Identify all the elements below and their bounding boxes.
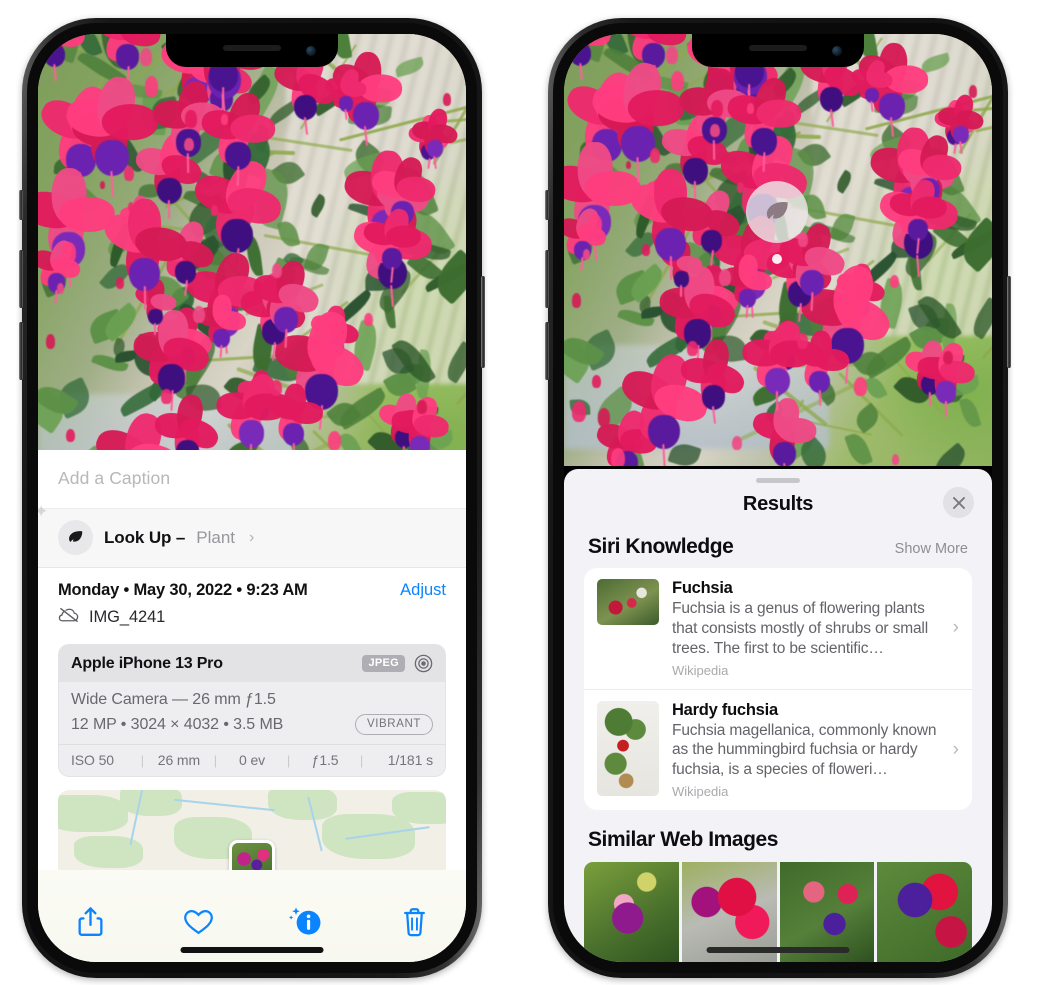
siri-knowledge-title: Siri Knowledge bbox=[588, 535, 734, 559]
visual-lookup-badge[interactable] bbox=[746, 181, 808, 264]
knowledge-result-row[interactable]: Fuchsia Fuchsia is a genus of flowering p… bbox=[584, 568, 972, 688]
favorite-button[interactable] bbox=[176, 908, 220, 941]
photo-metadata: Monday • May 30, 2022 • 9:23 AM Adjust I… bbox=[38, 568, 466, 639]
sparkle-icon-large: ✦ bbox=[38, 502, 49, 521]
right-screen: Results Siri Knowledge Show More Fuchsia… bbox=[564, 34, 992, 962]
exif-cell: ISO 50 bbox=[71, 752, 114, 768]
camera-lens-info: Wide Camera — 26 mm ƒ1.5 bbox=[71, 691, 276, 708]
results-title: Results bbox=[742, 493, 814, 516]
chevron-right-icon: › bbox=[249, 528, 255, 546]
camera-device-name: Apple iPhone 13 Pro bbox=[71, 654, 223, 672]
visual-lookup-results-sheet: Results Siri Knowledge Show More Fuchsia… bbox=[564, 469, 992, 962]
exif-cell: 26 mm bbox=[157, 752, 201, 768]
front-camera bbox=[306, 46, 316, 56]
result-description: Fuchsia magellanica, commonly known as t… bbox=[672, 721, 937, 779]
result-thumbnail bbox=[597, 579, 659, 626]
volume-up-button[interactable] bbox=[19, 250, 23, 308]
exif-row: ISO 50 | 26 mm | 0 ev | ƒ1.5 | 1/181 s bbox=[59, 744, 445, 776]
iphone-right-device: Results Siri Knowledge Show More Fuchsia… bbox=[545, 18, 1011, 978]
location-map[interactable] bbox=[58, 790, 446, 870]
chevron-right-icon: › bbox=[952, 617, 959, 639]
volume-down-button[interactable] bbox=[19, 322, 23, 380]
result-text: Fuchsia Fuchsia is a genus of flowering p… bbox=[672, 579, 960, 677]
device-bezel: Add a Caption ✦ ✦ Look Up – Plant › bbox=[27, 23, 477, 973]
results-header: Results bbox=[564, 483, 992, 530]
volume-up-button-right[interactable] bbox=[545, 250, 549, 308]
camera-card-body: Wide Camera — 26 mm ƒ1.5 12 MP • 3024 × … bbox=[59, 682, 445, 744]
power-button[interactable] bbox=[481, 276, 485, 368]
chevron-right-icon: › bbox=[952, 738, 959, 760]
look-up-kind: Plant bbox=[196, 527, 236, 547]
photo-filename: IMG_4241 bbox=[89, 608, 166, 626]
siri-knowledge-header: Siri Knowledge Show More bbox=[564, 530, 992, 568]
photo-info-sheet: Add a Caption ✦ ✦ Look Up – Plant › bbox=[38, 450, 466, 962]
camera-specs: 12 MP • 3024 × 4032 • 3.5 MB bbox=[71, 715, 284, 733]
front-camera-right bbox=[832, 46, 842, 56]
notch bbox=[166, 34, 338, 67]
notch-right bbox=[692, 34, 864, 67]
earpiece-speaker bbox=[223, 45, 281, 51]
exif-cell: 1/181 s bbox=[387, 752, 433, 768]
mute-switch[interactable] bbox=[19, 190, 23, 220]
iphone-left-device: Add a Caption ✦ ✦ Look Up – Plant › bbox=[19, 18, 485, 978]
result-title: Fuchsia bbox=[672, 579, 733, 598]
fuchsia-thumbnail-4[interactable] bbox=[877, 862, 972, 962]
heart-icon bbox=[183, 908, 214, 941]
exif-cell: 0 ev bbox=[238, 752, 266, 768]
photo-date: Monday • May 30, 2022 • 9:23 AM bbox=[58, 581, 308, 599]
home-indicator-right[interactable] bbox=[706, 947, 850, 953]
camera-info-card: Apple iPhone 13 Pro JPEG Wide Camera — 2… bbox=[58, 644, 446, 777]
close-icon[interactable] bbox=[943, 487, 974, 519]
result-source: Wikipedia bbox=[672, 784, 729, 799]
trash-icon bbox=[402, 907, 427, 942]
aperture-icon[interactable] bbox=[413, 653, 434, 674]
share-button[interactable] bbox=[68, 906, 112, 942]
share-icon bbox=[77, 906, 104, 942]
info-sparkle-icon bbox=[288, 906, 323, 942]
delete-button[interactable] bbox=[392, 907, 436, 942]
result-text: Hardy fuchsia Fuchsia magellanica, common… bbox=[672, 701, 960, 799]
camera-card-header: Apple iPhone 13 Pro JPEG bbox=[59, 645, 445, 682]
look-up-label: Look Up – bbox=[104, 527, 186, 547]
caption-input[interactable]: Add a Caption bbox=[38, 450, 466, 508]
power-button-right[interactable] bbox=[1007, 276, 1011, 368]
info-button[interactable] bbox=[284, 906, 328, 942]
result-source: Wikipedia bbox=[672, 662, 729, 678]
fuchsia-thumbnail-1[interactable] bbox=[584, 862, 679, 962]
knowledge-results-card: Fuchsia Fuchsia is a genus of flowering p… bbox=[584, 568, 972, 810]
volume-down-button-right[interactable] bbox=[545, 322, 549, 380]
photo-viewer-right[interactable] bbox=[564, 34, 992, 466]
photo-foliage-right bbox=[564, 34, 992, 466]
format-badge: JPEG bbox=[362, 655, 405, 672]
photographic-style-badge: VIBRANT bbox=[354, 714, 433, 735]
home-indicator[interactable] bbox=[180, 947, 324, 953]
cloud-slash-icon bbox=[58, 607, 80, 628]
result-title: Hardy fuchsia bbox=[672, 700, 778, 719]
show-more-button[interactable]: Show More bbox=[895, 541, 968, 557]
result-description: Fuchsia is a genus of flowering plants t… bbox=[672, 600, 929, 657]
similar-web-images-header: Similar Web Images bbox=[564, 810, 992, 858]
leaf-icon bbox=[58, 520, 93, 555]
look-up-row[interactable]: ✦ ✦ Look Up – Plant › bbox=[38, 503, 466, 568]
knowledge-result-row[interactable]: Hardy fuchsia Fuchsia magellanica, common… bbox=[584, 688, 972, 810]
left-screen: Add a Caption ✦ ✦ Look Up – Plant › bbox=[38, 34, 466, 962]
earpiece-speaker-right bbox=[749, 45, 807, 51]
photo-location-pin[interactable] bbox=[229, 840, 275, 870]
mute-switch-right[interactable] bbox=[545, 190, 549, 220]
similar-web-images-title: Similar Web Images bbox=[588, 828, 778, 851]
badge-anchor-dot bbox=[772, 254, 782, 264]
screenshot-stage: Add a Caption ✦ ✦ Look Up – Plant › bbox=[0, 0, 1055, 985]
result-thumbnail bbox=[597, 700, 659, 796]
exif-cell: ƒ1.5 bbox=[311, 752, 339, 768]
device-bezel-right: Results Siri Knowledge Show More Fuchsia… bbox=[553, 23, 1003, 973]
adjust-button[interactable]: Adjust bbox=[400, 581, 446, 600]
